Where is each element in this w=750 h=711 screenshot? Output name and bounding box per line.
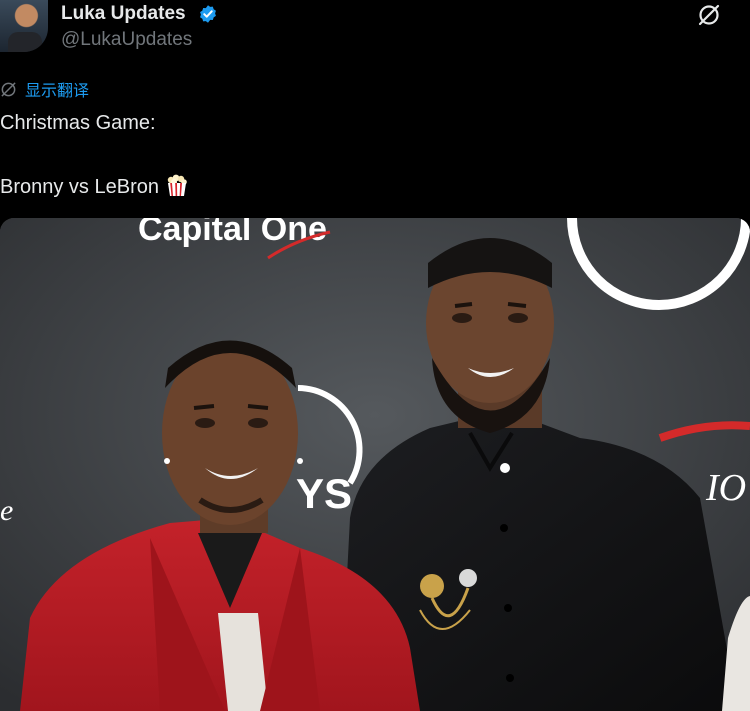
- photo-illustration: Capital One YS IO e: [0, 218, 750, 711]
- verified-badge-icon: [200, 5, 216, 23]
- backdrop-logo-fragment-e: e: [0, 494, 13, 527]
- backdrop-logo-text: Capital One: [138, 218, 327, 248]
- avatar-jersey: [8, 32, 42, 52]
- backdrop-logo-fragment-ys: YS: [296, 470, 352, 517]
- post-header: Luka Updates @LukaUpdates: [0, 0, 750, 60]
- author-display-name[interactable]: Luka Updates: [61, 3, 186, 25]
- post-line-1: Christmas Game:: [0, 112, 156, 134]
- post-text: Christmas Game: Bronny vs LeBron: [0, 107, 189, 203]
- author-handle[interactable]: @LukaUpdates: [61, 29, 192, 51]
- post-line-2: Bronny vs LeBron: [0, 176, 159, 198]
- avatar[interactable]: [0, 0, 48, 52]
- grok-icon[interactable]: [696, 2, 722, 28]
- post-media-photo[interactable]: Capital One YS IO e: [0, 218, 750, 711]
- show-translation-label: 显示翻译: [25, 81, 90, 100]
- backdrop-logo-fragment-io: IO: [705, 467, 746, 509]
- show-translation-link[interactable]: 显示翻译: [0, 79, 90, 100]
- globe-icon: [1, 81, 16, 97]
- popcorn-emoji-icon: [167, 174, 187, 196]
